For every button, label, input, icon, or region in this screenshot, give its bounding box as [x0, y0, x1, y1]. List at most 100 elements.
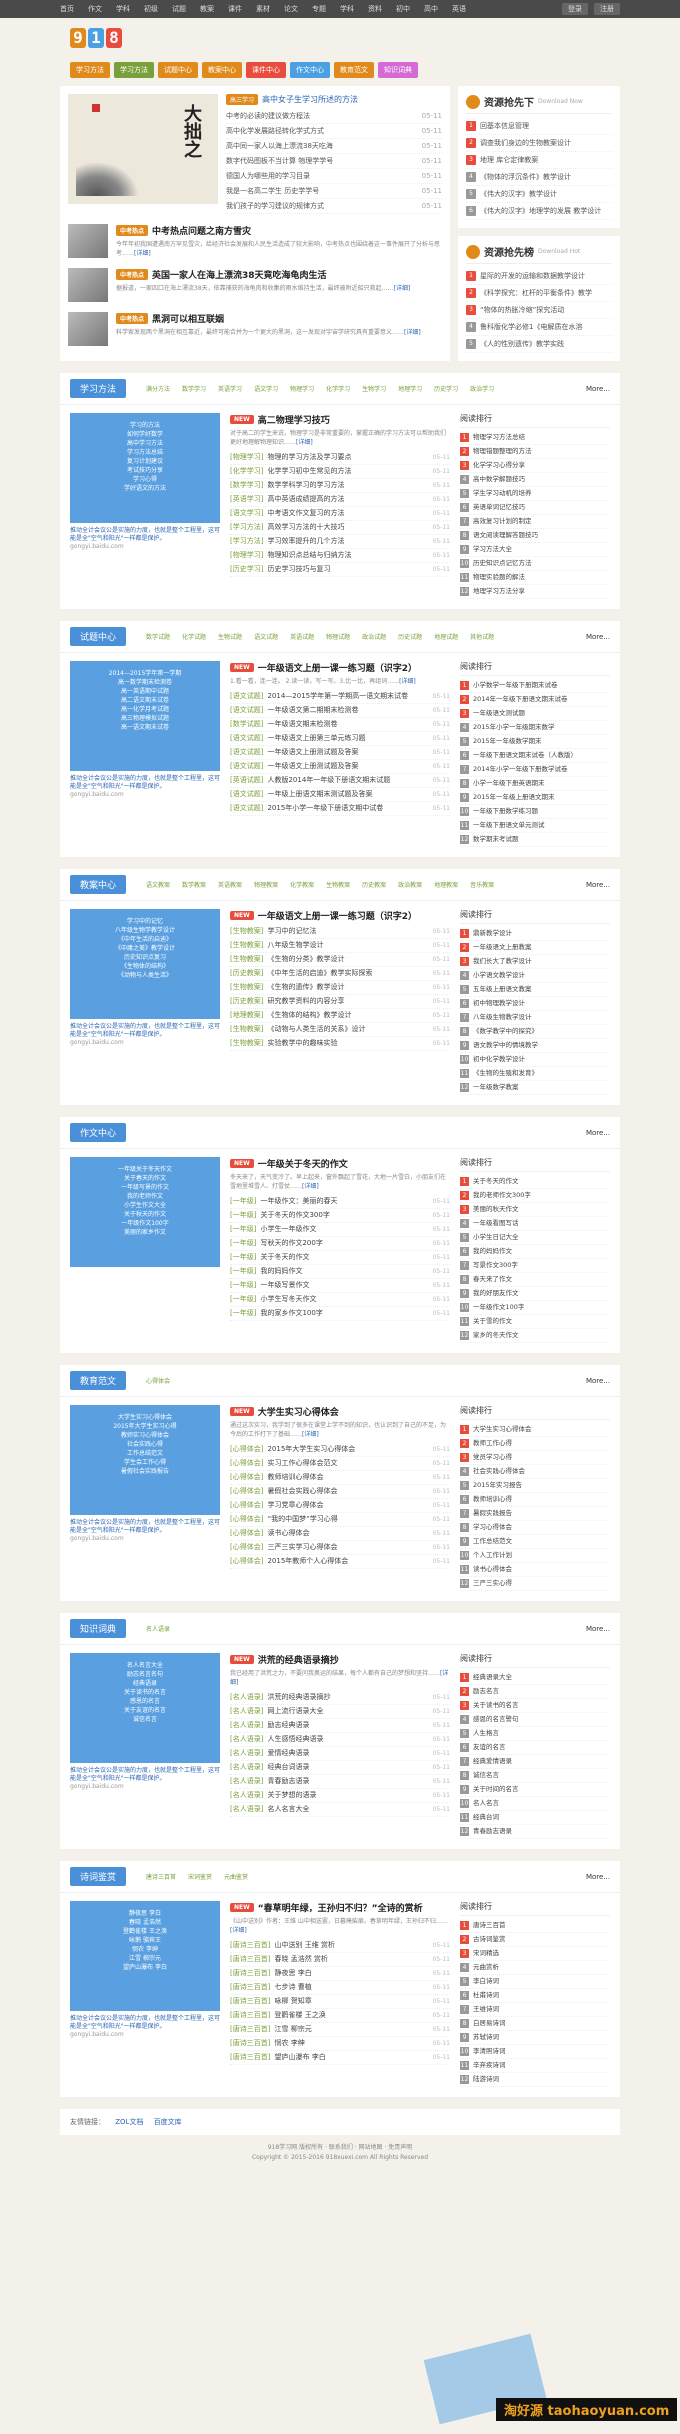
article-item[interactable]: [语文试题] 一年级语文上册测试题及答案 05-11 [230, 746, 450, 760]
article-category[interactable]: [一年级] [230, 1195, 256, 1208]
section-title[interactable]: 诗词鉴赏 [70, 1867, 127, 1886]
more-link[interactable]: More... [586, 633, 610, 641]
rank-item[interactable]: 4 元曲赏析 [460, 1961, 610, 1975]
section-link[interactable]: 政治教案 [398, 880, 422, 889]
top-nav-item[interactable]: 论文 [284, 4, 298, 14]
rank-item[interactable]: 10 历史知识点记忆方法 [460, 557, 610, 571]
article-category[interactable]: [心得体会] [230, 1457, 263, 1470]
rank-item[interactable]: 5 五年级上册语文教案 [460, 983, 610, 997]
download-item[interactable]: 3 “物体的热胀冷缩”探究活动 [466, 302, 612, 319]
article-item[interactable]: [唐诗三百首] 七步诗 曹植 05-11 [230, 1981, 450, 1995]
rank-item[interactable]: 4 一年级看图写话 [460, 1217, 610, 1231]
section-link[interactable]: 物理教案 [254, 880, 278, 889]
rank-item[interactable]: 5 学生学习动机的培养 [460, 487, 610, 501]
section-link[interactable]: 英语学习 [218, 384, 242, 393]
top-nav-item[interactable]: 课件 [228, 4, 242, 14]
article-title[interactable]: 一年级上册语文期末测试题及答案 [267, 788, 428, 801]
section-image[interactable]: 一年级关于冬天作文 关于春天的作文 一年级写景的作文 我的老师作文 小学生作文大全 关于秋… [70, 1157, 220, 1267]
article-title[interactable]: 中考语文作文复习的方法 [267, 507, 428, 520]
section-link[interactable]: 政治学习 [470, 384, 494, 393]
article-title[interactable]: 望庐山瀑布 李白 [274, 2051, 428, 2064]
download-item[interactable]: 4 鲁科版化学必修1《电解质在水溶 [466, 319, 612, 336]
article-item[interactable]: [历史学习] 历史学习技巧与复习 05-11 [230, 563, 450, 577]
top-nav-item[interactable]: 初级 [144, 4, 158, 14]
article-title[interactable]: 学习中的记忆法 [267, 925, 428, 938]
section-image[interactable]: 名人名言大全 励志名言名句 经典语录 关于读书的名言 感恩的名言 关于友谊的名言 诚信名言 [70, 1653, 220, 1763]
article-category[interactable]: [一年级] [230, 1279, 256, 1292]
rank-item[interactable]: 11 读书心得体会 [460, 1563, 610, 1577]
article-item[interactable]: [心得体会] “我的中国梦”学习心得 05-11 [230, 1513, 450, 1527]
article-category[interactable]: [名人语录] [230, 1705, 263, 1718]
top-nav-item[interactable]: 初中 [396, 4, 410, 14]
rank-item[interactable]: 8 语文阅读理解答题技巧 [460, 529, 610, 543]
article-item[interactable]: [唐诗三百首] 静夜思 李白 05-11 [230, 1967, 450, 1981]
rank-item[interactable]: 3 美丽的秋天作文 [460, 1203, 610, 1217]
rank-item[interactable]: 6 英语单词记忆技巧 [460, 501, 610, 515]
rank-item[interactable]: 1 经典语录大全 [460, 1671, 610, 1685]
section-link[interactable]: 化学试题 [182, 632, 206, 641]
channel-tab[interactable]: 课件中心 [246, 62, 286, 78]
download-item[interactable]: 2 《科学探究：杠杆的平衡条件》教学 [466, 285, 612, 302]
rank-item[interactable]: 12 三严三实心得 [460, 1577, 610, 1591]
article-title[interactable]: 三严三实学习心得体会 [267, 1541, 428, 1554]
article-category[interactable]: [心得体会] [230, 1499, 263, 1512]
article-title[interactable]: 静夜思 李白 [274, 1967, 428, 1980]
top-nav-item[interactable]: 试题 [172, 4, 186, 14]
detail-link[interactable]: [详细] [399, 678, 416, 685]
article-title[interactable]: 我的妈妈作文 [260, 1265, 428, 1278]
section-link[interactable]: 音乐教案 [470, 880, 494, 889]
channel-tab[interactable]: 学习方法 [114, 62, 154, 78]
article-title[interactable]: 教师培训心得体会 [267, 1471, 428, 1484]
article-category[interactable]: [学习方法] [230, 521, 263, 534]
rank-item[interactable]: 9 关于时间的名言 [460, 1783, 610, 1797]
rank-item[interactable]: 12 数学期末考试题 [460, 833, 610, 847]
channel-tab[interactable]: 教案中心 [202, 62, 242, 78]
article-item[interactable]: [唐诗三百首] 春晓 孟浩然 赏析 05-11 [230, 1953, 450, 1967]
rank-item[interactable]: 8 《数学教学中的探究》 [460, 1025, 610, 1039]
section-title[interactable]: 教育范文 [70, 1371, 127, 1390]
rank-item[interactable]: 9 我的好朋友作文 [460, 1287, 610, 1301]
section-link[interactable]: 语文教案 [146, 880, 170, 889]
section-title[interactable]: 教案中心 [70, 875, 127, 894]
article-title[interactable]: 咏柳 贺知章 [274, 1995, 428, 2008]
rank-item[interactable]: 1 唐诗三百首 [460, 1919, 610, 1933]
article-category[interactable]: [唐诗三百首] [230, 2051, 270, 2064]
rank-item[interactable]: 5 小学生日记大全 [460, 1231, 610, 1245]
article-item[interactable]: [历史教案] 研究教学资料的内容分享 05-11 [230, 995, 450, 1009]
article-title[interactable]: 一年级语文第二期期末检测卷 [267, 704, 428, 717]
rank-item[interactable]: 7 写景作文300字 [460, 1259, 610, 1273]
rank-item[interactable]: 12 家乡的冬天作文 [460, 1329, 610, 1343]
rank-item[interactable]: 8 白居易诗词 [460, 2017, 610, 2031]
article-title[interactable]: 研究教学资料的内容分享 [267, 995, 428, 1008]
article-title[interactable]: 实习工作心得体会范文 [267, 1457, 428, 1470]
rank-item[interactable]: 7 王维诗词 [460, 2003, 610, 2017]
section-link[interactable]: 地理学习 [398, 384, 422, 393]
section-link[interactable]: 满分方法 [146, 384, 170, 393]
rank-item[interactable]: 11 物理实验题的解法 [460, 571, 610, 585]
article-title[interactable]: 登鹳雀楼 王之涣 [274, 2009, 428, 2022]
top-nav-item[interactable]: 高中 [424, 4, 438, 14]
detail-link[interactable]: [详细] [134, 250, 151, 257]
article-item[interactable]: [语文试题] 2014—2015学年第一学期高一语文期末试卷 05-11 [230, 690, 450, 704]
article-item[interactable]: [名人语录] 青春励志语录 05-11 [230, 1775, 450, 1789]
download-item[interactable]: 5 《人的性别遗传》教学实践 [466, 336, 612, 353]
download-item[interactable]: 6 《伟大的汉字》地理学的发展 教学设计 [466, 203, 612, 220]
article-category[interactable]: [语文试题] [230, 788, 263, 801]
article-item[interactable]: [数学学习] 数学学科学习的学习方法 05-11 [230, 479, 450, 493]
article-title[interactable]: 《生物的遗传》教学设计 [267, 981, 428, 994]
rank-item[interactable]: 5 人生格言 [460, 1727, 610, 1741]
detail-link[interactable]: [详细] [302, 1183, 319, 1190]
article-item[interactable]: [唐诗三百首] 登鹳雀楼 王之涣 05-11 [230, 2009, 450, 2023]
article-category[interactable]: [一年级] [230, 1265, 256, 1278]
rank-item[interactable]: 5 2015年一年级数学期末 [460, 735, 610, 749]
article-title[interactable]: 一年级写景作文 [260, 1279, 428, 1292]
article-item[interactable]: [一年级] 关于冬天的作文300字 05-11 [230, 1209, 450, 1223]
rank-item[interactable]: 5 李白诗词 [460, 1975, 610, 1989]
rank-item[interactable]: 3 我们长大了教学设计 [460, 955, 610, 969]
article-item[interactable]: [唐诗三百首] 江雪 柳宗元 05-11 [230, 2023, 450, 2037]
rank-item[interactable]: 11 经典台词 [460, 1811, 610, 1825]
article-title[interactable]: 2015年教师个人心得体会 [267, 1555, 428, 1568]
hero-item[interactable]: 高中化学发展路径转化学式方式 05-11 [226, 124, 442, 139]
article-title[interactable]: 名人名言大全 [267, 1803, 428, 1816]
section-link[interactable]: 地理教案 [434, 880, 458, 889]
